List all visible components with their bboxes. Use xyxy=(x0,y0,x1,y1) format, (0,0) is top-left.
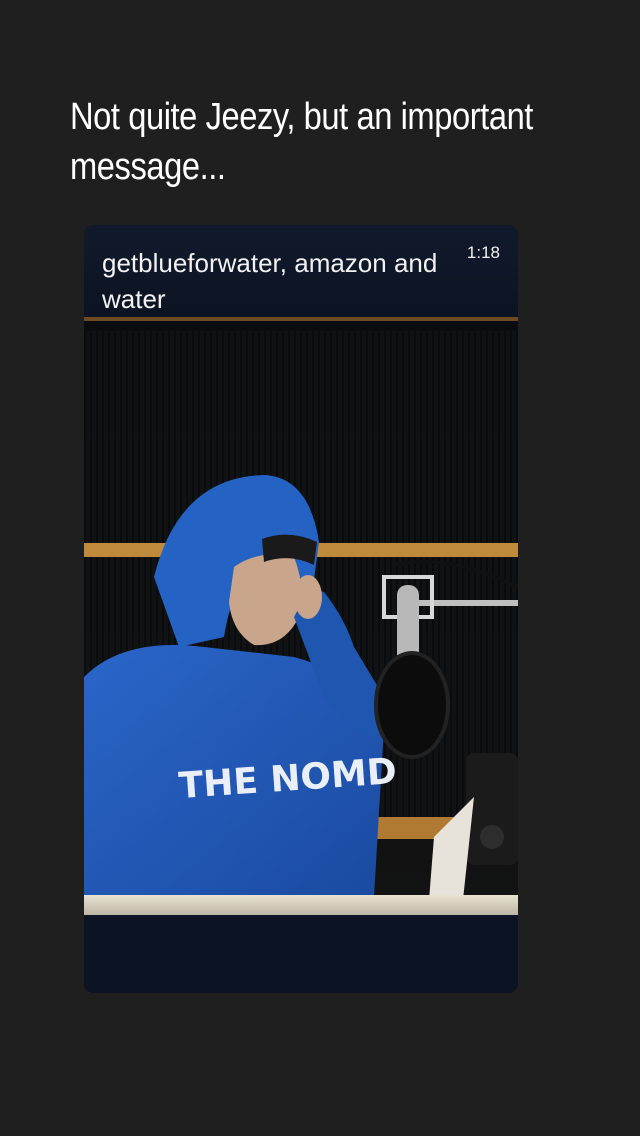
pop-filter xyxy=(374,651,450,759)
video-title: getblueforwater, amazon and water xyxy=(102,248,438,314)
hand xyxy=(294,575,322,619)
video-header: getblueforwater, amazon and water 1:18 xyxy=(84,225,518,317)
video-frame[interactable]: THE NOMD xyxy=(84,317,518,993)
speaker-cone xyxy=(480,825,504,849)
top-wood-trim xyxy=(84,317,518,321)
story-screen: Not quite Jeezy, but an important messag… xyxy=(0,0,640,1136)
desk-edge xyxy=(84,895,518,915)
video-card[interactable]: getblueforwater, amazon and water 1:18 T… xyxy=(84,225,518,993)
video-duration: 1:18 xyxy=(466,243,500,262)
desk-front xyxy=(84,915,518,993)
story-caption: Not quite Jeezy, but an important messag… xyxy=(70,96,533,188)
